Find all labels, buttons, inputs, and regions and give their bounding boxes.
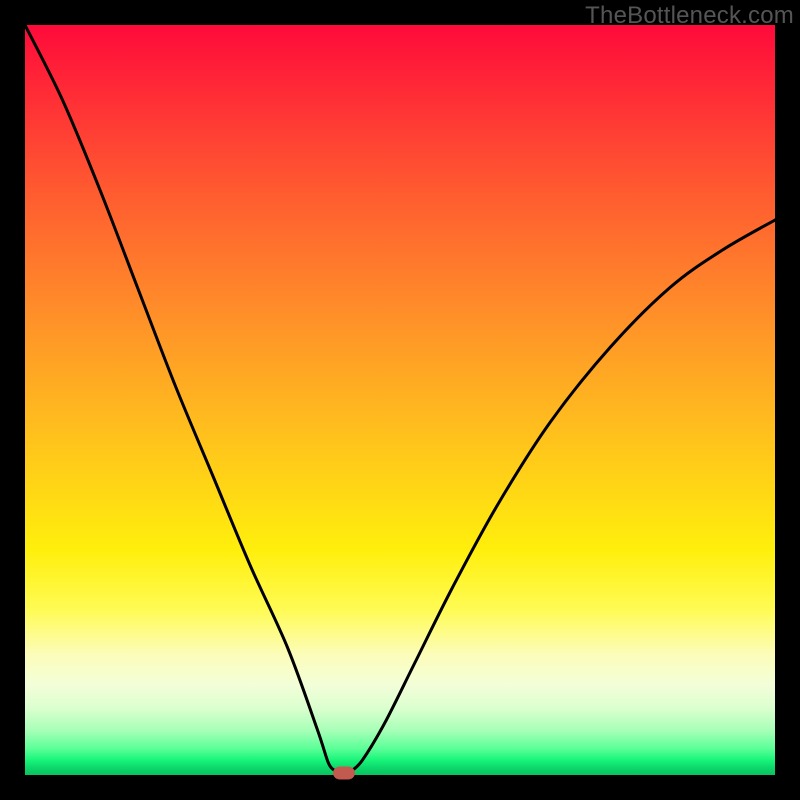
bottleneck-minimum-marker [333,766,355,779]
watermark-text: TheBottleneck.com [585,2,794,30]
chart-plot-area [25,25,775,775]
bottleneck-curve [25,25,775,775]
chart-frame: TheBottleneck.com [0,0,800,800]
